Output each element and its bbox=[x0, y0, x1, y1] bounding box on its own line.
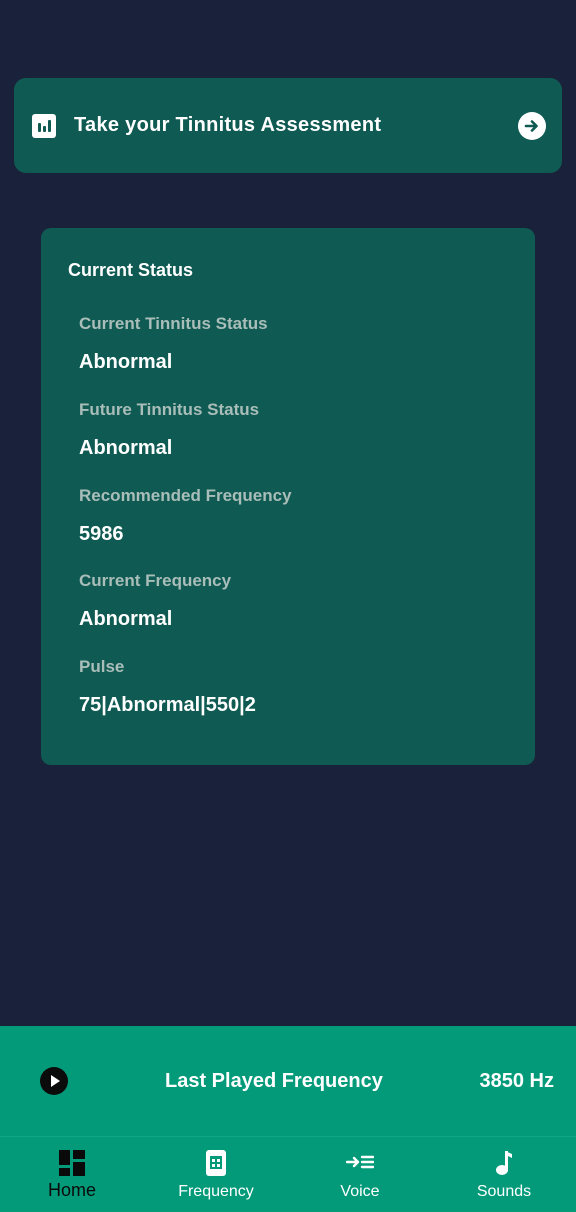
arrow-right-circle-icon[interactable] bbox=[518, 111, 546, 140]
status-item-future-tinnitus: Future Tinnitus Status Abnormal bbox=[79, 400, 535, 486]
status-label: Pulse bbox=[79, 657, 125, 676]
bar-chart-icon bbox=[32, 113, 56, 138]
nav-item-sounds[interactable]: Sounds bbox=[432, 1137, 576, 1212]
status-value: Abnormal bbox=[79, 608, 173, 631]
bottom-navigation: Home Frequency Voice Sounds bbox=[0, 1136, 576, 1212]
play-icon[interactable] bbox=[40, 1067, 68, 1095]
status-value: Abnormal bbox=[79, 351, 173, 373]
status-value: 75|Abnormal|550|2 bbox=[79, 694, 256, 716]
status-value: 5986 bbox=[79, 522, 124, 545]
status-item-current-frequency: Current Frequency Abnormal bbox=[79, 571, 535, 657]
status-label: Current Tinnitus Status bbox=[79, 314, 268, 333]
frequency-icon bbox=[202, 1149, 230, 1177]
nav-label-voice: Voice bbox=[340, 1183, 380, 1200]
status-value: Abnormal bbox=[79, 436, 173, 459]
dashboard-icon bbox=[58, 1149, 86, 1177]
status-item-pulse: Pulse 75|Abnormal|550|2 bbox=[79, 657, 535, 743]
status-label: Current Frequency bbox=[79, 571, 232, 591]
nav-item-home[interactable]: Home bbox=[0, 1137, 144, 1212]
current-status-card: Current Status Current Tinnitus Status A… bbox=[41, 228, 535, 765]
status-label: Recommended Frequency bbox=[79, 485, 292, 505]
nav-item-voice[interactable]: Voice bbox=[288, 1137, 432, 1212]
nav-label-sounds: Sounds bbox=[476, 1183, 532, 1200]
status-item-recommended-frequency: Recommended Frequency 5986 bbox=[79, 486, 535, 572]
last-played-value: 3850 Hz bbox=[479, 1070, 555, 1092]
assessment-title: Take your Tinnitus Assessment bbox=[74, 114, 382, 136]
nav-item-frequency[interactable]: Frequency bbox=[144, 1137, 288, 1212]
status-card-heading: Current Status bbox=[68, 260, 194, 280]
status-item-current-tinnitus: Current Tinnitus Status Abnormal bbox=[79, 314, 535, 400]
last-played-title: Last Played Frequency bbox=[165, 1070, 383, 1092]
status-label: Future Tinnitus Status bbox=[79, 399, 260, 419]
assessment-card[interactable]: Take your Tinnitus Assessment bbox=[14, 78, 562, 173]
nav-label-frequency: Frequency bbox=[178, 1183, 254, 1200]
music-note-icon bbox=[490, 1149, 518, 1177]
voice-icon bbox=[345, 1149, 375, 1177]
nav-label-home: Home bbox=[47, 1180, 96, 1200]
status-list: Current Tinnitus Status Abnormal Future … bbox=[68, 314, 535, 743]
last-played-bar: Last Played Frequency 3850 Hz bbox=[0, 1026, 576, 1136]
app-screen: Take your Tinnitus Assessment Current St… bbox=[0, 0, 576, 1212]
